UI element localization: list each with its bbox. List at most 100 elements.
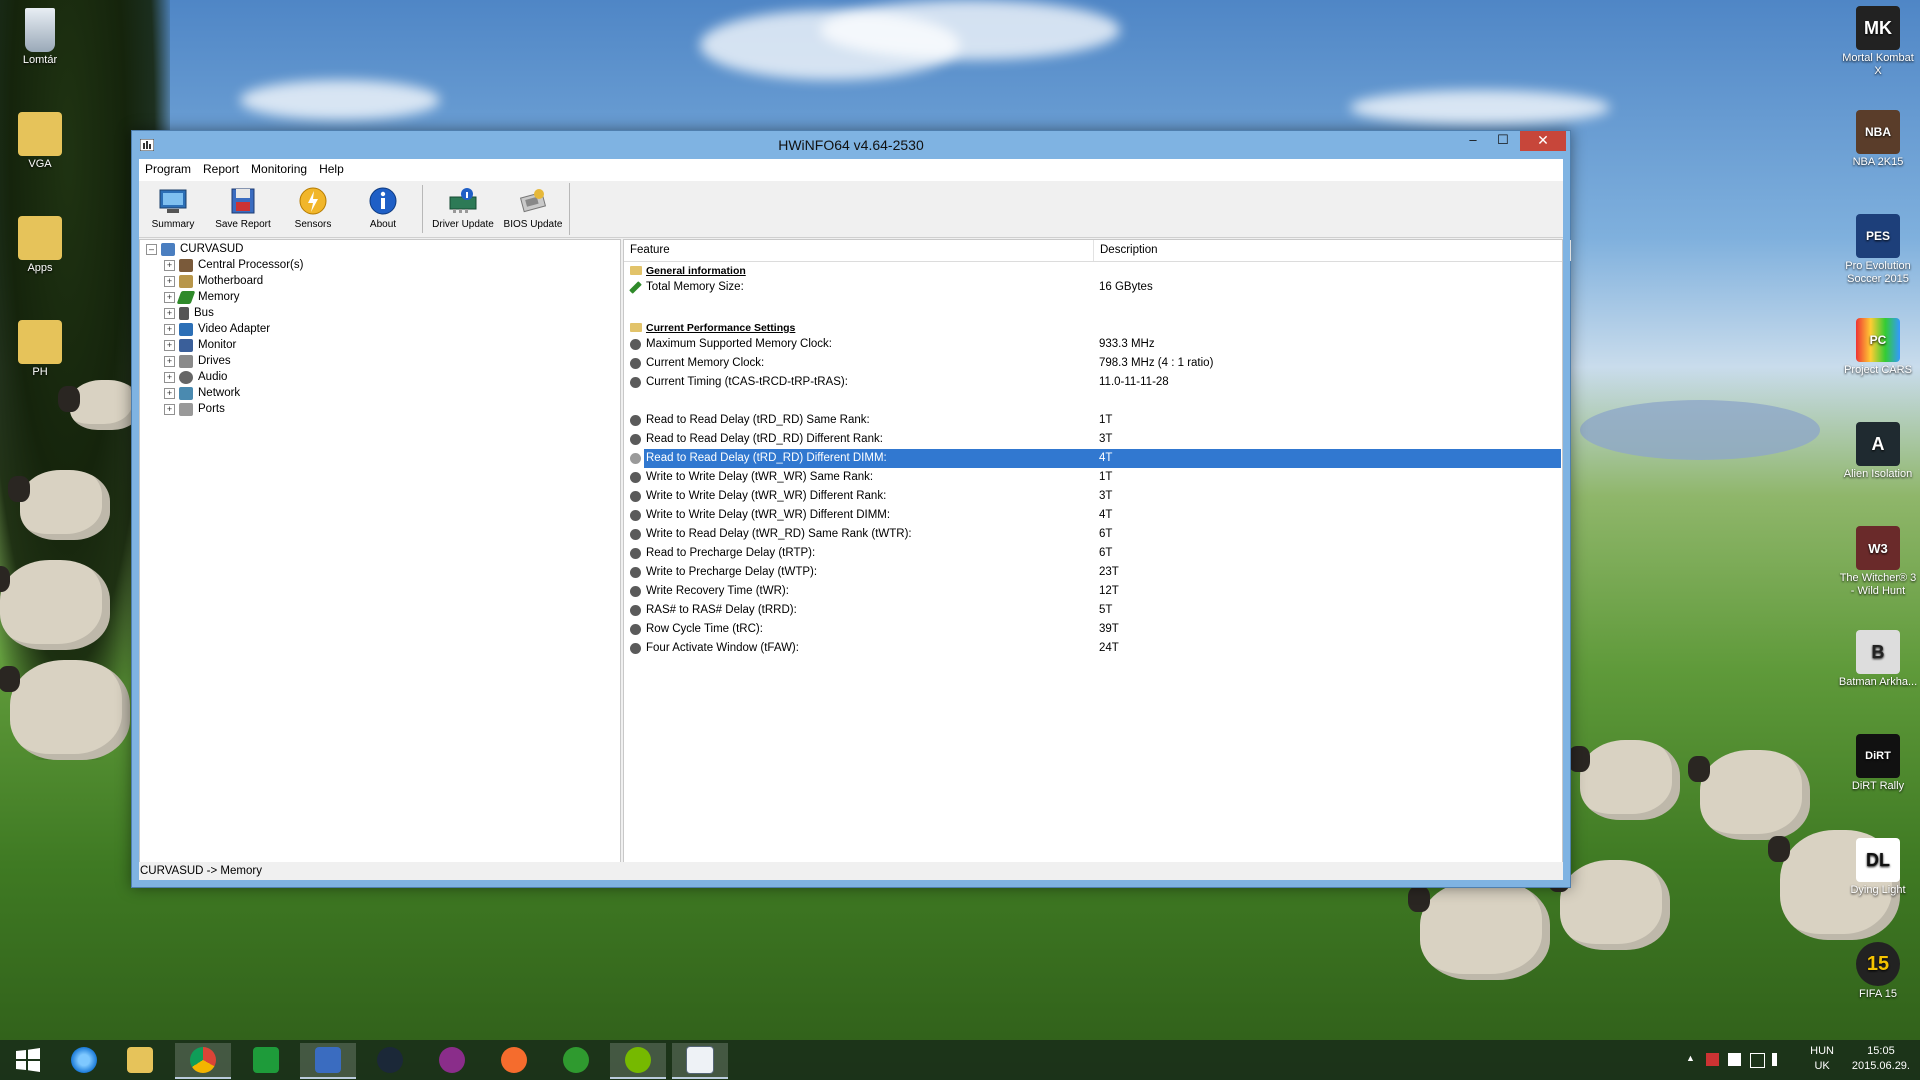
taskbar-xbox[interactable] [548,1043,604,1077]
expand-icon[interactable]: + [164,355,175,367]
list-row-selected[interactable]: Read to Read Delay (tRD_RD) Different DI… [630,448,1562,469]
taskbar-steam[interactable] [362,1043,418,1077]
desktop-icon-ph[interactable]: PH [0,320,80,379]
taskbar-file-explorer[interactable] [112,1043,168,1077]
list-row[interactable]: Maximum Supported Memory Clock: 933.3 MH… [624,335,1562,354]
save-report-button[interactable]: Save Report [209,185,277,230]
tree-item-ports[interactable]: + Ports [164,401,225,417]
menu-bar: Program Report Monitoring Help [139,159,1563,182]
expand-icon[interactable]: + [164,323,175,335]
setting-icon [630,358,641,369]
minimize-button[interactable]: – [1458,131,1488,151]
windows-flag-icon[interactable] [1728,1053,1741,1066]
close-button[interactable]: ✕ [1520,131,1566,151]
list-row[interactable]: Read to Read Delay (tRD_RD) Same Rank: 1… [624,411,1562,430]
list-row[interactable]: Current Timing (tCAS-tRCD-tRP-tRAS): 11.… [624,373,1562,392]
column-header-description[interactable]: Description [1093,240,1571,261]
list-row[interactable]: Read to Read Delay (tRD_RD) Different Ra… [624,430,1562,449]
list-row[interactable]: Write to Read Delay (tWR_RD) Same Rank (… [624,525,1562,544]
title-bar[interactable]: HWiNFO64 v4.64-2530 – ☐ ✕ [132,131,1570,159]
driver-update-button[interactable]: Driver Update [429,185,497,230]
list-row[interactable]: Write Recovery Time (tWR): 12T [624,582,1562,601]
desktop-icon-nba-2k15[interactable]: NBA NBA 2K15 [1838,110,1918,169]
list-row[interactable]: Write to Write Delay (tWR_WR) Different … [624,506,1562,525]
tree-item-monitor[interactable]: + Monitor [164,337,236,353]
tree-root[interactable]: – CURVASUD [146,241,243,257]
menu-program[interactable]: Program [139,159,197,176]
list-row[interactable]: Total Memory Size: 16 GBytes [624,278,1562,297]
expand-icon[interactable]: + [164,291,175,303]
list-row[interactable]: RAS# to RAS# Delay (tRRD): 5T [624,601,1562,620]
taskbar-gog[interactable] [424,1043,480,1077]
collapse-icon[interactable]: – [146,243,157,255]
desktop-icon-batman[interactable]: B Batman Arkha... [1838,630,1918,689]
taskbar-hwinfo[interactable] [672,1043,728,1079]
list-row[interactable]: Row Cycle Time (tRC): 39T [624,620,1562,639]
tree-item-audio[interactable]: + Audio [164,369,227,385]
desktop-icon-dying-light[interactable]: DL Dying Light [1838,838,1918,897]
desktop-icon-apps[interactable]: Apps [0,216,80,275]
alien-isolation-icon: A [1856,422,1900,466]
expand-icon[interactable]: + [164,387,175,399]
taskbar-store[interactable] [238,1043,294,1077]
expand-icon[interactable]: + [164,403,175,415]
network-icon[interactable] [1750,1053,1765,1068]
taskbar-utorrent[interactable] [610,1043,666,1079]
taskbar-chrome[interactable] [175,1043,231,1079]
desktop-icon-pes-2015[interactable]: PES Pro Evolution Soccer 2015 [1838,214,1918,286]
taskbar-save-app[interactable] [300,1043,356,1079]
batman-icon: B [1856,630,1900,674]
list-row[interactable]: Current Memory Clock: 798.3 MHz (4 : 1 r… [624,354,1562,373]
menu-help[interactable]: Help [313,159,350,176]
sheep [0,560,110,650]
tree-item-network[interactable]: + Network [164,385,240,401]
taskbar-internet-explorer[interactable] [56,1043,112,1077]
tree-item-motherboard[interactable]: + Motherboard [164,273,263,289]
start-button[interactable] [0,1043,56,1077]
desktop-icon-mortal-kombat-x[interactable]: MK Mortal Kombat X [1838,6,1918,78]
feature-list[interactable]: Feature Description General information … [623,239,1571,863]
summary-button[interactable]: Summary [139,185,207,230]
list-row[interactable]: Read to Precharge Delay (tRTP): 6T [624,544,1562,563]
setting-icon [630,453,641,464]
expand-icon[interactable]: + [164,307,175,319]
desktop-icon-vga[interactable]: VGA [0,112,80,171]
tray-overflow-icon[interactable]: ▲ [1686,1053,1695,1063]
desktop-icon-alien-isolation[interactable]: A Alien Isolation [1838,422,1918,481]
list-row[interactable]: Write to Write Delay (tWR_WR) Same Rank:… [624,468,1562,487]
sheep [1548,860,1670,950]
taskbar: ▲ HUN UK 15:05 2015.06.29. [0,1040,1920,1080]
tree-item-cpu[interactable]: + Central Processor(s) [164,257,303,273]
about-button[interactable]: About [349,185,417,230]
list-row[interactable]: Four Activate Window (tFAW): 24T [624,639,1562,658]
expand-icon[interactable]: + [164,339,175,351]
menu-report[interactable]: Report [197,159,245,176]
desktop-icon-project-cars[interactable]: PC Project CARS [1838,318,1918,377]
device-tree[interactable]: – CURVASUD + Central Processor(s) + Moth… [139,239,621,863]
taskbar-origin[interactable] [486,1043,542,1077]
tree-item-bus[interactable]: + Bus [164,305,214,321]
expand-icon[interactable]: + [164,275,175,287]
menu-monitoring[interactable]: Monitoring [245,159,313,176]
list-row[interactable]: Write to Write Delay (tWR_WR) Different … [624,487,1562,506]
tree-item-memory[interactable]: + Memory [164,289,240,305]
expand-icon[interactable]: + [164,259,175,271]
tree-item-drives[interactable]: + Drives [164,353,231,369]
desktop-icon-fifa-15[interactable]: 15 FIFA 15 [1838,942,1918,1001]
column-header-feature[interactable]: Feature [630,244,670,256]
bios-update-button[interactable]: BIOS Update [499,185,567,230]
setting-icon [630,548,641,559]
desktop-icon-dirt-rally[interactable]: DiRT DiRT Rally [1838,734,1918,793]
expand-icon[interactable]: + [164,371,175,383]
setting-icon [630,472,641,483]
desktop-icon-recycle-bin[interactable]: Lomtár [0,8,80,67]
clock[interactable]: 15:05 2015.06.29. [1852,1044,1910,1074]
list-row[interactable]: Write to Precharge Delay (tWTP): 23T [624,563,1562,582]
action-center-icon[interactable] [1706,1053,1719,1066]
sensors-button[interactable]: Sensors [279,185,347,230]
language-indicator[interactable]: HUN UK [1810,1044,1834,1074]
volume-icon[interactable] [1772,1053,1790,1066]
maximize-button[interactable]: ☐ [1488,131,1518,151]
desktop-icon-witcher-3[interactable]: W3 The Witcher® 3 - Wild Hunt [1838,526,1918,598]
tree-item-video-adapter[interactable]: + Video Adapter [164,321,270,337]
